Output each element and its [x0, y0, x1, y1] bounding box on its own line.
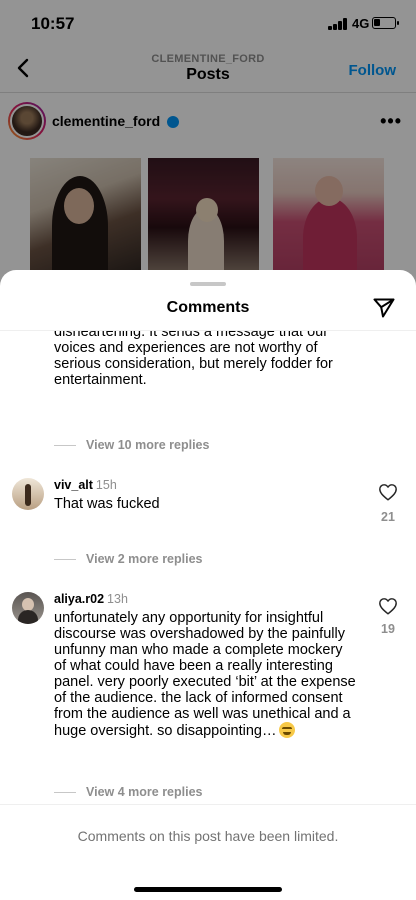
comment-username[interactable]: aliya.r02 13h — [54, 592, 128, 606]
like-count: 19 — [381, 622, 395, 636]
view-replies-label: View 4 more replies — [86, 785, 203, 799]
sheet-grabber[interactable] — [190, 282, 226, 286]
comments-list[interactable]: disheartening. It sends a message that o… — [0, 331, 416, 804]
comment-username[interactable]: viv_alt 15h — [54, 478, 117, 492]
view-more-replies-button[interactable]: View 2 more replies — [54, 552, 203, 568]
avatar[interactable] — [12, 478, 44, 510]
avatar[interactable] — [12, 592, 44, 624]
view-replies-label: View 10 more replies — [86, 438, 210, 452]
paper-plane-icon[interactable] — [372, 296, 396, 320]
comment-text: unfortunately any opportunity for insigh… — [54, 610, 356, 739]
view-replies-label: View 2 more replies — [86, 552, 203, 566]
comment-time: 13h — [107, 592, 128, 606]
comment-text: That was fucked — [54, 496, 160, 512]
sheet-title: Comments — [166, 299, 250, 316]
like-count: 21 — [381, 510, 395, 524]
crying-emoji-icon — [279, 722, 296, 738]
view-more-replies-button[interactable]: View 10 more replies — [54, 438, 209, 454]
heart-icon[interactable] — [378, 597, 398, 615]
comment-time: 15h — [95, 478, 117, 492]
home-indicator[interactable] — [134, 887, 282, 892]
comment-text-partial: disheartening. It sends a message that o… — [54, 331, 333, 388]
view-more-replies-button[interactable]: View 4 more replies — [54, 785, 203, 801]
divider — [0, 804, 416, 805]
comments-sheet: Comments disheartening. It sends a messa… — [0, 270, 416, 900]
comments-limited-notice: Comments on this post have been limited. — [77, 828, 339, 844]
heart-icon[interactable] — [378, 483, 398, 501]
